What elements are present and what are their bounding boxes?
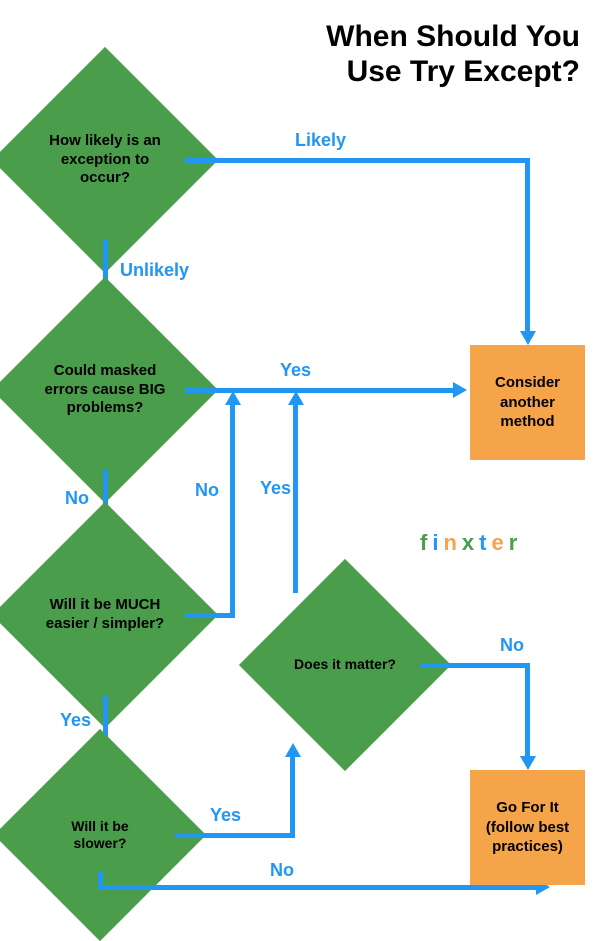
connector: [98, 885, 538, 890]
connector: [230, 403, 235, 618]
decision-text: Does it matter?: [270, 590, 420, 740]
edge-label-unlikely: Unlikely: [120, 260, 189, 281]
connector: [420, 663, 530, 668]
connector: [185, 158, 530, 163]
finxter-logo: finxter: [420, 530, 522, 556]
arrowhead-icon: [225, 391, 241, 405]
decision-much-easier: Will it be MUCH easier / simpler?: [25, 535, 185, 695]
arrowhead-icon: [520, 331, 536, 345]
edge-label-likely: Likely: [295, 130, 346, 151]
logo-letter: f: [420, 530, 432, 555]
connector: [525, 158, 530, 333]
decision-text: Will it be MUCH easier / simpler?: [25, 535, 185, 695]
decision-text: How likely is an exception to occur?: [25, 80, 185, 240]
logo-letter: e: [491, 530, 508, 555]
arrowhead-icon: [285, 743, 301, 757]
edge-label-no: No: [500, 635, 524, 656]
result-consider-another: Consider another method: [470, 345, 585, 460]
decision-exception-likely: How likely is an exception to occur?: [25, 80, 185, 240]
edge-label-yes: Yes: [210, 805, 241, 826]
connector: [525, 663, 530, 758]
page-title: When Should You Use Try Except?: [326, 20, 580, 89]
edge-label-no: No: [270, 860, 294, 881]
connector: [293, 403, 298, 593]
title-line-1: When Should You: [326, 20, 580, 55]
logo-letter: i: [432, 530, 443, 555]
logo-letter: t: [479, 530, 491, 555]
edge-label-yes: Yes: [280, 360, 311, 381]
logo-letter: r: [509, 530, 523, 555]
connector: [185, 613, 235, 618]
decision-masked-errors: Could masked errors cause BIG problems?: [25, 310, 185, 470]
edge-label-yes: Yes: [260, 478, 291, 499]
title-line-2: Use Try Except?: [326, 55, 580, 90]
connector: [290, 755, 295, 838]
decision-text: Could masked errors cause BIG problems?: [25, 310, 185, 470]
edge-label-no: No: [65, 488, 89, 509]
box-text: Go For It (follow best practices): [480, 798, 575, 857]
arrowhead-icon: [520, 756, 536, 770]
box-text: Consider another method: [480, 373, 575, 432]
arrowhead-icon: [288, 391, 304, 405]
connector: [175, 833, 295, 838]
arrowhead-icon: [453, 382, 467, 398]
decision-does-it-matter: Does it matter?: [270, 590, 420, 740]
edge-label-no: No: [195, 480, 219, 501]
edge-label-yes: Yes: [60, 710, 91, 731]
logo-letter: n: [443, 530, 461, 555]
logo-letter: x: [462, 530, 479, 555]
result-go-for-it: Go For It (follow best practices): [470, 770, 585, 885]
